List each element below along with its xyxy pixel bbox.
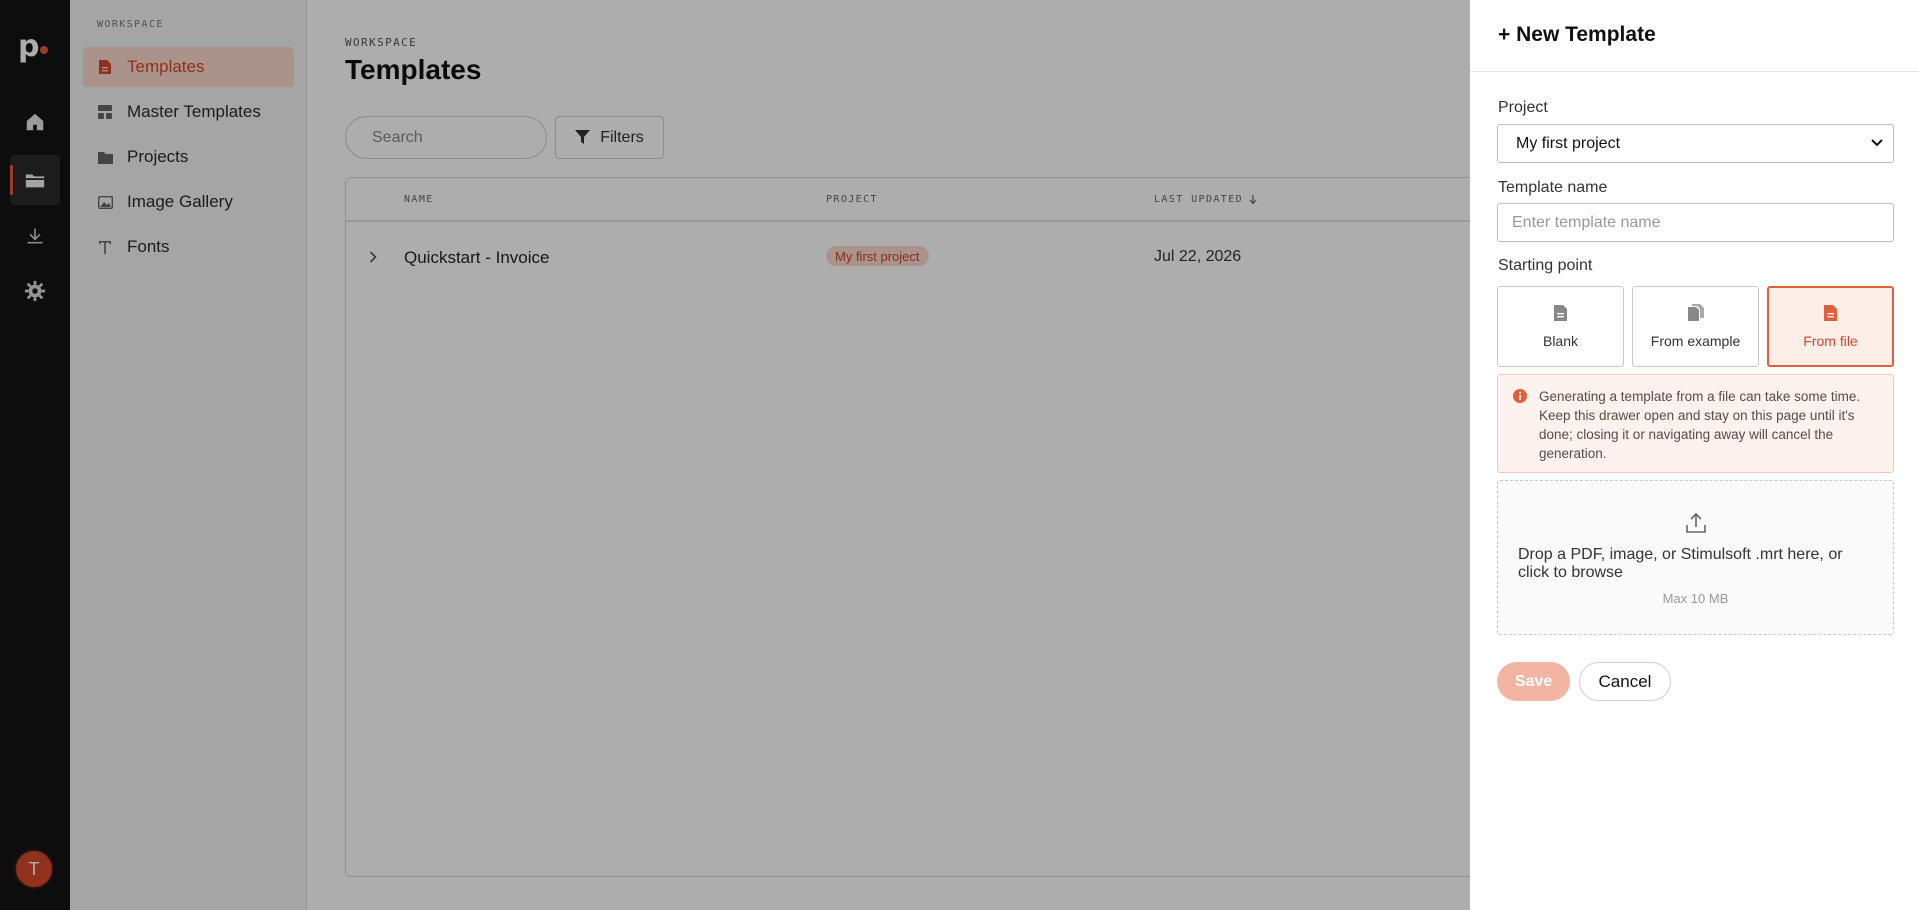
project-select-value: My first project [1516,134,1621,152]
info-icon [1513,389,1527,403]
file-icon [1554,304,1567,321]
save-button[interactable]: Save [1497,662,1570,701]
copy-icon [1687,304,1704,321]
template-name-input[interactable] [1497,203,1894,242]
upload-icon [1684,511,1708,535]
starting-point-from-file[interactable]: From file [1767,286,1894,367]
dropzone-hint: Max 10 MB [1662,591,1729,606]
generation-warning: Generating a template from a file can ta… [1497,374,1894,473]
starting-point-label: From example [1650,333,1741,349]
dropzone-text: Drop a PDF, image, or Stimulsoft .mrt he… [1518,546,1843,581]
cancel-button[interactable]: Cancel [1579,662,1671,701]
starting-point-label: From file [1803,332,1858,349]
file-dropzone[interactable]: Drop a PDF, image, or Stimulsoft .mrt he… [1497,480,1894,635]
starting-point-label: Starting point [1498,257,1593,274]
starting-point-blank[interactable]: Blank [1497,286,1624,367]
starting-point-from-example[interactable]: From example [1632,286,1759,367]
drawer-title: + New Template [1498,23,1656,46]
starting-point-label: Blank [1542,332,1579,349]
chevron-down-icon [1871,139,1883,147]
project-select[interactable]: My first project [1497,124,1894,163]
template-name-label: Template name [1498,179,1608,196]
modal-overlay[interactable] [0,0,1470,910]
drawer-header: + New Template [1470,0,1919,72]
warning-text: Generating a template from a file can ta… [1539,389,1861,461]
project-label: Project [1498,99,1548,116]
new-template-drawer: + New Template Project My first project … [1470,0,1919,910]
file-icon [1824,304,1837,321]
